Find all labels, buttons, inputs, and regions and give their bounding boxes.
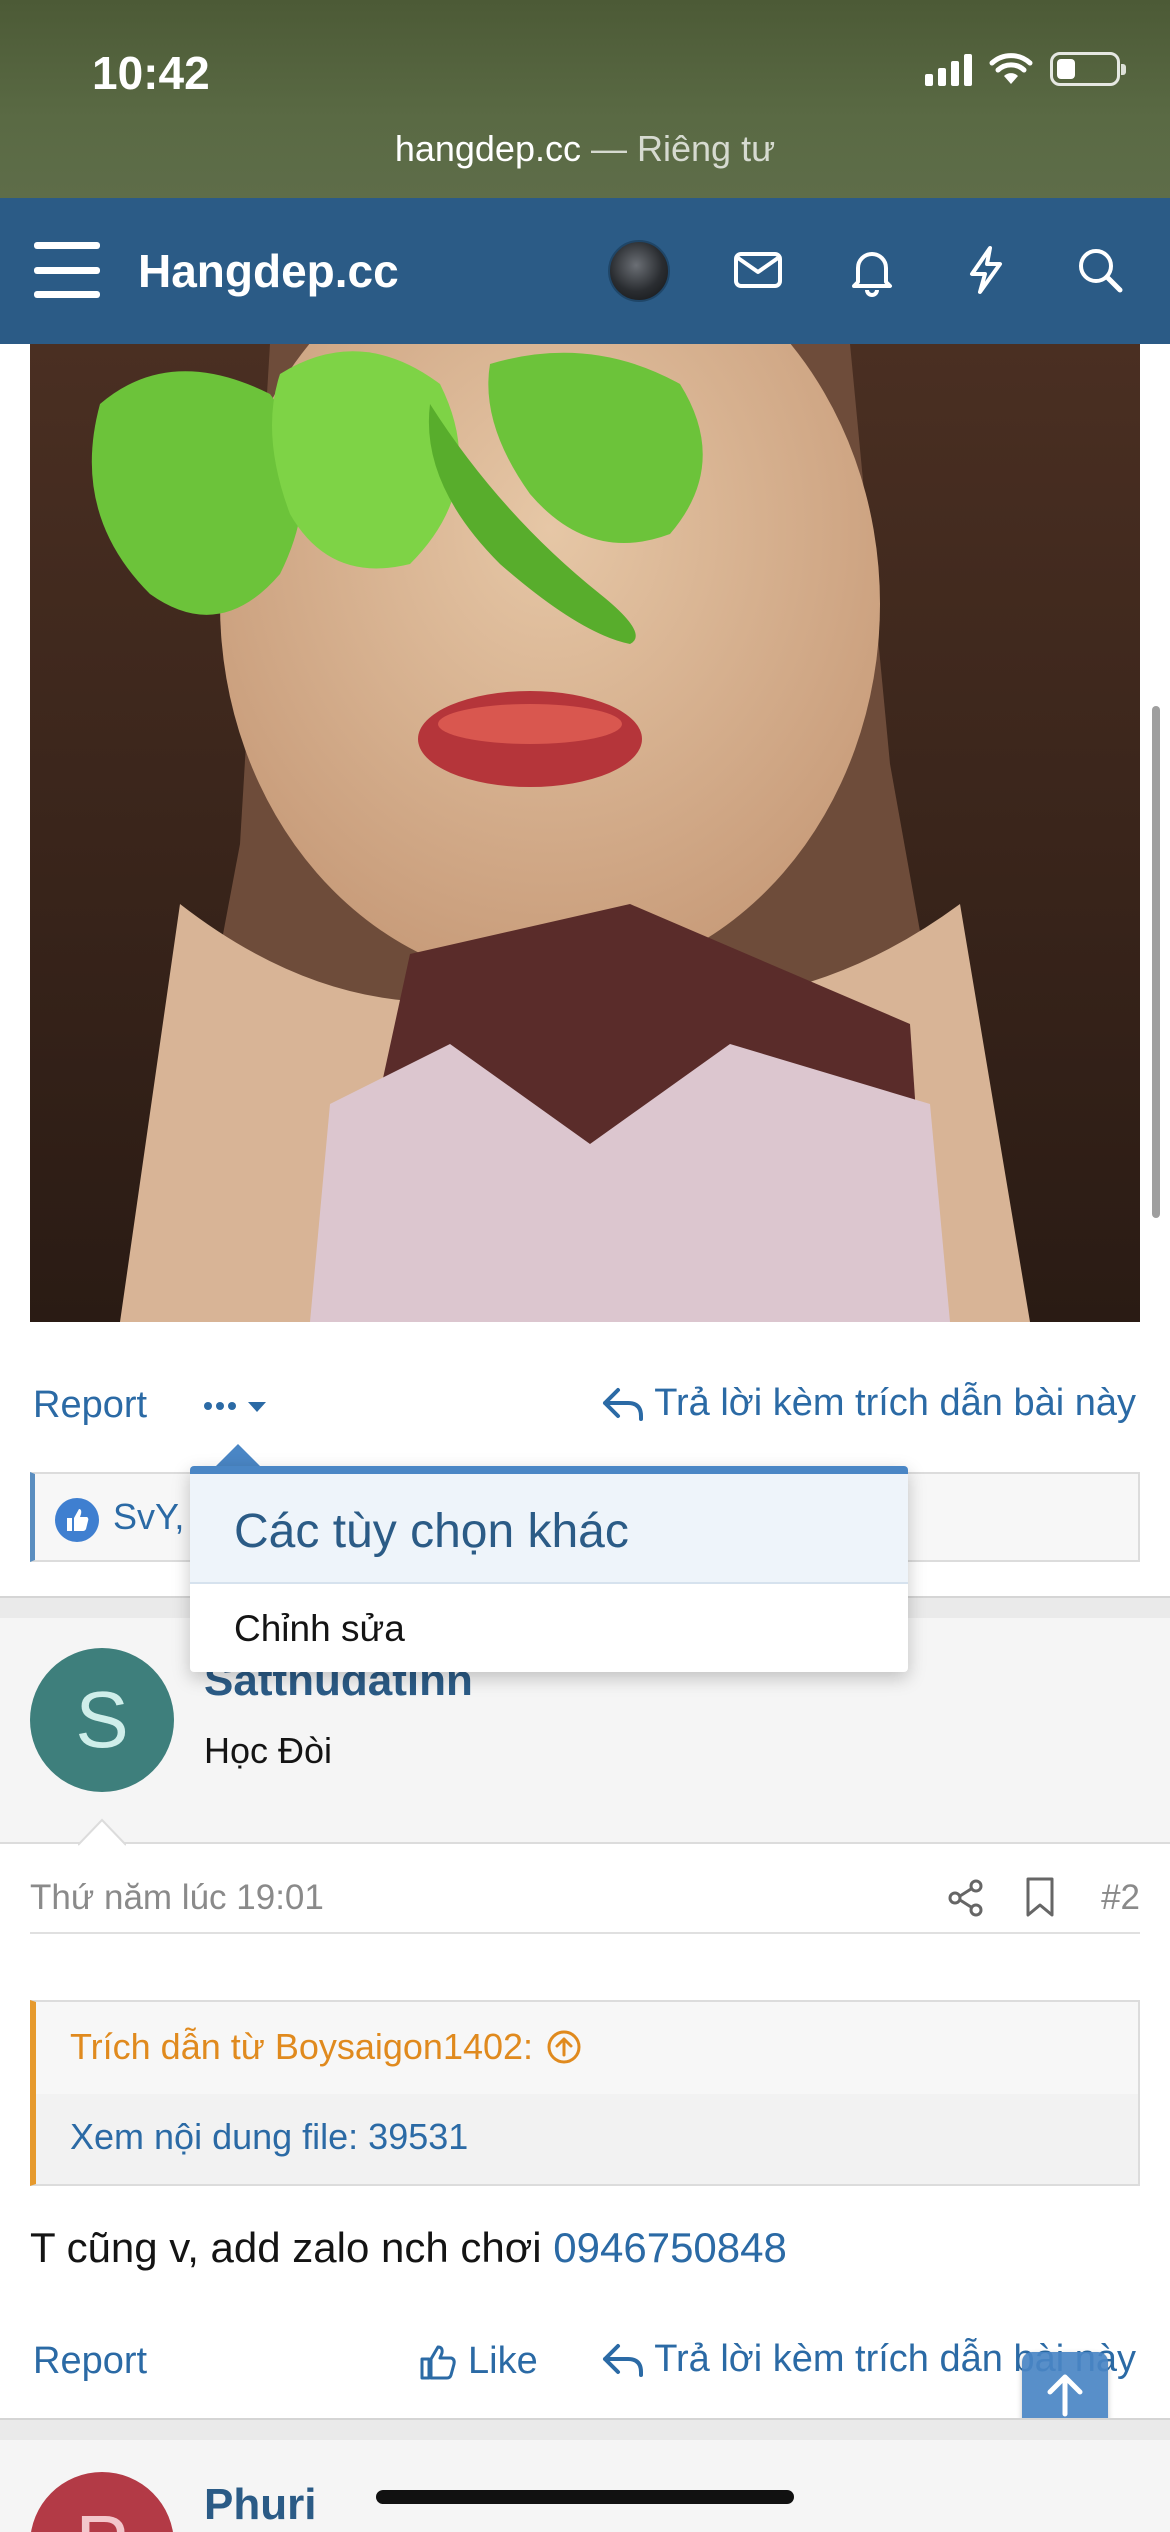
battery-icon	[1050, 52, 1126, 86]
menu-title: Các tùy chọn khác	[234, 1505, 629, 1558]
post-date[interactable]: Thứ năm lúc 19:01	[30, 1878, 324, 1918]
menu-icon[interactable]	[34, 242, 100, 298]
more-options-menu: Các tùy chọn khác Chỉnh sửa	[190, 1466, 908, 1672]
post-actions-bar-2: Report Like Trả lời kèm trích dẫn bài nà…	[0, 2328, 1170, 2398]
search-icon[interactable]	[1072, 242, 1128, 298]
url-separator: —	[580, 128, 637, 169]
post-number[interactable]: #2	[1101, 1878, 1140, 1918]
envelope-icon[interactable]	[730, 242, 786, 298]
quote-header[interactable]: Trích dẫn từ Boysaigon1402:	[36, 2002, 1138, 2094]
url-domain: hangdep.cc	[394, 128, 581, 169]
reply-quote-label: Trả lời kèm trích dẫn bài này	[654, 1382, 1136, 1424]
post-meta: Thứ năm lúc 19:01 #2	[30, 1870, 1140, 1934]
status-icons	[925, 52, 1126, 86]
private-mode-label: Riêng tư	[637, 128, 776, 169]
lightning-icon[interactable]	[958, 242, 1014, 298]
report-link[interactable]: Report	[33, 2340, 147, 2383]
menu-item-label: Chỉnh sửa	[234, 1608, 405, 1649]
reply-quote-link[interactable]: Trả lời kèm trích dẫn bài này	[602, 1382, 1136, 1425]
next-author-name[interactable]: Phuri	[204, 2480, 316, 2530]
home-indicator[interactable]	[376, 2490, 794, 2504]
thumbs-up-icon	[420, 2345, 456, 2379]
quote-body: Xem nội dung file: 39531	[36, 2094, 1138, 2184]
next-post-author-block: P Phuri	[0, 2440, 1170, 2532]
site-navbar: Hangdep.cc	[0, 198, 1170, 344]
arrow-up-circle-icon[interactable]	[545, 2028, 583, 2066]
post-body-text: T cũng v, add zalo nch chơi	[30, 2224, 554, 2271]
like-button[interactable]: Like	[418, 2340, 538, 2383]
bookmark-icon[interactable]	[1022, 1876, 1058, 1918]
menu-header: Các tùy chọn khác	[190, 1474, 908, 1584]
status-time: 10:42	[92, 47, 210, 99]
ellipsis-icon[interactable]	[200, 1386, 280, 1426]
status-bar: 10:42 hangdep.cc — Riêng tư	[0, 0, 1170, 198]
like-label: Like	[468, 2340, 538, 2382]
author-avatar[interactable]: S	[30, 1648, 174, 1792]
menu-item-edit[interactable]: Chỉnh sửa	[190, 1584, 908, 1672]
bell-icon[interactable]	[844, 242, 900, 298]
page-scroll-indicator	[1152, 706, 1160, 1218]
post-photo-illustration	[30, 344, 1140, 1322]
quote-file-link[interactable]: Xem nội dung file: 39531	[70, 2116, 468, 2158]
post-actions-bar: Report Trả lời kèm trích dẫn bài này	[0, 1372, 1170, 1442]
post-separator-2	[0, 2418, 1170, 2440]
like-reaction-icon	[55, 1498, 99, 1542]
quote-author: Trích dẫn từ Boysaigon1402:	[70, 2026, 534, 2067]
author-title: Học Đòi	[204, 1730, 333, 1771]
browser-url[interactable]: hangdep.cc — Riêng tư	[0, 128, 1170, 170]
share-icon[interactable]	[946, 1878, 986, 1918]
post-body: T cũng v, add zalo nch chơi 0946750848	[30, 2224, 787, 2272]
post-image[interactable]	[30, 344, 1140, 1322]
site-brand[interactable]: Hangdep.cc	[138, 244, 399, 298]
report-link[interactable]: Report	[33, 1384, 147, 1427]
quote-block: Trích dẫn từ Boysaigon1402: Xem nội dung…	[30, 2000, 1140, 2186]
phone-link[interactable]: 0946750848	[553, 2224, 787, 2271]
wifi-icon	[989, 53, 1033, 84]
likes-names[interactable]: SvY,	[113, 1496, 184, 1538]
reply-icon	[603, 1387, 644, 1421]
cellular-signal-icon	[925, 52, 972, 86]
author-pointer	[78, 1818, 126, 1846]
reply-icon	[603, 2343, 644, 2377]
next-author-avatar[interactable]: P	[30, 2472, 174, 2532]
user-avatar[interactable]	[608, 240, 670, 302]
